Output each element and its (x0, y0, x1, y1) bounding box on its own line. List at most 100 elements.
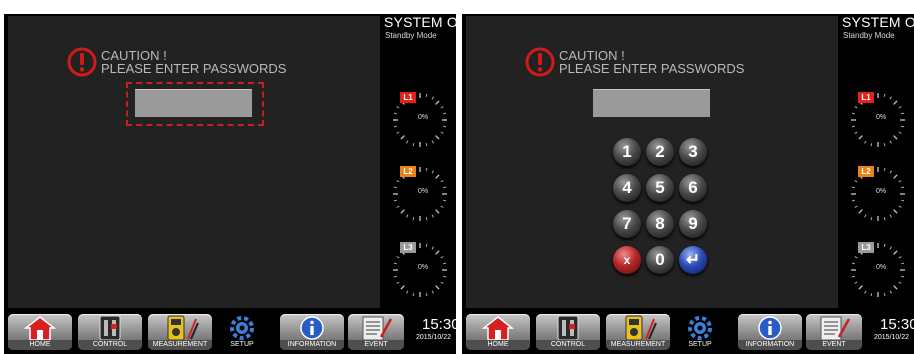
measurement-label: MEASUREMENT (148, 340, 212, 350)
password-input[interactable] (593, 89, 710, 117)
gauge-tick (851, 199, 855, 202)
gauge-tick (396, 281, 400, 284)
information-button[interactable]: INFORMATION (280, 314, 344, 350)
breaker-icon (557, 315, 579, 341)
gauge-tick (425, 217, 428, 221)
gauge-tick (412, 293, 415, 297)
phase-badge-l1: L1 (400, 92, 416, 103)
measurement-label: MEASUREMENT (606, 340, 670, 350)
gauge-tick (858, 209, 863, 214)
gauge-tick (883, 93, 886, 97)
gauge-tick (435, 209, 440, 214)
gauge-tick (851, 275, 855, 278)
gauge-tick (851, 112, 855, 115)
keypad-key-1[interactable]: 1 (613, 138, 641, 166)
gauge-tick (431, 170, 434, 174)
event-button[interactable]: EVENT (806, 314, 862, 350)
gauge-percent-l3: 0% (417, 264, 429, 271)
gauge-tick (883, 243, 886, 247)
gauge-tick (864, 214, 867, 218)
home-label: HOME (8, 340, 72, 350)
measurement-button[interactable]: MEASUREMENT (148, 314, 212, 350)
phase-badge-l1: L1 (858, 92, 874, 103)
gauge-tick (898, 256, 902, 259)
gauge-tick (854, 106, 858, 109)
gauge-tick (440, 205, 444, 208)
gauge-tick (393, 112, 397, 115)
measurement-button[interactable]: MEASUREMENT (606, 314, 670, 350)
information-label: INFORMATION (280, 340, 344, 350)
gauge-tick (443, 112, 447, 115)
status-sidebar: SYSTEM ON Standby Mode L1 0% L2 0% L3 0% (384, 14, 456, 310)
setup-button[interactable]: SETUP (222, 314, 262, 350)
gauge-tick (889, 96, 892, 100)
keypad-enter-button[interactable]: ↵ (679, 246, 707, 274)
gauge-tick (893, 135, 898, 140)
gauge-tick (851, 262, 855, 265)
info-icon (758, 316, 782, 340)
clear-icon: x (623, 253, 631, 267)
gauge-tick (883, 217, 886, 221)
gauge-tick (889, 140, 892, 144)
control-button[interactable]: CONTROL (536, 314, 600, 350)
home-button[interactable]: HOME (8, 314, 72, 350)
keypad-key-5[interactable]: 5 (646, 174, 674, 202)
gauge-tick (893, 250, 898, 255)
gauge-tick (898, 205, 902, 208)
event-button[interactable]: EVENT (348, 314, 404, 350)
keypad-key-6[interactable]: 6 (679, 174, 707, 202)
clock-time: 15:30 (880, 316, 914, 333)
gauge-tick (864, 140, 867, 144)
gauge-tick (425, 167, 428, 171)
gauge-tick (889, 170, 892, 174)
keypad-clear-button[interactable]: x (613, 246, 641, 274)
breaker-icon (99, 315, 121, 341)
enter-icon: ↵ (685, 250, 701, 269)
gauge-tick (440, 256, 444, 259)
gauge-tick (440, 281, 444, 284)
gauge-tick (889, 290, 892, 294)
gauge-tick (898, 281, 902, 284)
clock-date: 2015/10/22 (416, 334, 452, 341)
password-input[interactable] (135, 89, 252, 117)
gauge-tick (898, 180, 902, 183)
caution-message: PLEASE ENTER PASSWORDS (559, 61, 745, 76)
setup-label: SETUP (688, 341, 712, 348)
event-label: EVENT (806, 340, 862, 350)
gauge-tick (443, 199, 447, 202)
control-button[interactable]: CONTROL (78, 314, 142, 350)
setup-button[interactable]: SETUP (680, 314, 720, 350)
gauge-tick (406, 290, 409, 294)
home-button[interactable]: HOME (466, 314, 530, 350)
keypad-key-9[interactable]: 9 (679, 210, 707, 238)
gauge-tick (396, 106, 400, 109)
gauge-tick (443, 186, 447, 189)
caution-icon (525, 47, 555, 77)
gauge-tick (854, 256, 858, 259)
gauge-tick (854, 281, 858, 284)
gauge-tick (901, 199, 905, 202)
gauge-tick (851, 186, 855, 189)
keypad-key-4[interactable]: 4 (613, 174, 641, 202)
keypad-key-2[interactable]: 2 (646, 138, 674, 166)
keypad-key-7[interactable]: 7 (613, 210, 641, 238)
information-button[interactable]: INFORMATION (738, 314, 802, 350)
gauge-tick (901, 275, 905, 278)
gauge-tick (435, 250, 440, 255)
gauge-l1: L1 0% (844, 86, 912, 154)
keypad-key-8[interactable]: 8 (646, 210, 674, 238)
gauge-tick (406, 140, 409, 144)
gauge-tick (431, 290, 434, 294)
gauge-tick (883, 293, 886, 297)
gauge-tick (443, 275, 447, 278)
gauge-tick (854, 131, 858, 134)
gauge-l2: L2 0% (844, 160, 912, 228)
keypad-key-3[interactable]: 3 (679, 138, 707, 166)
keypad-key-0[interactable]: 0 (646, 246, 674, 274)
gauge-tick (901, 125, 905, 128)
gauge-tick (858, 135, 863, 140)
information-label: INFORMATION (738, 340, 802, 350)
gauge-tick (396, 180, 400, 183)
gauge-tick (393, 125, 397, 128)
gauge-tick (412, 217, 415, 221)
